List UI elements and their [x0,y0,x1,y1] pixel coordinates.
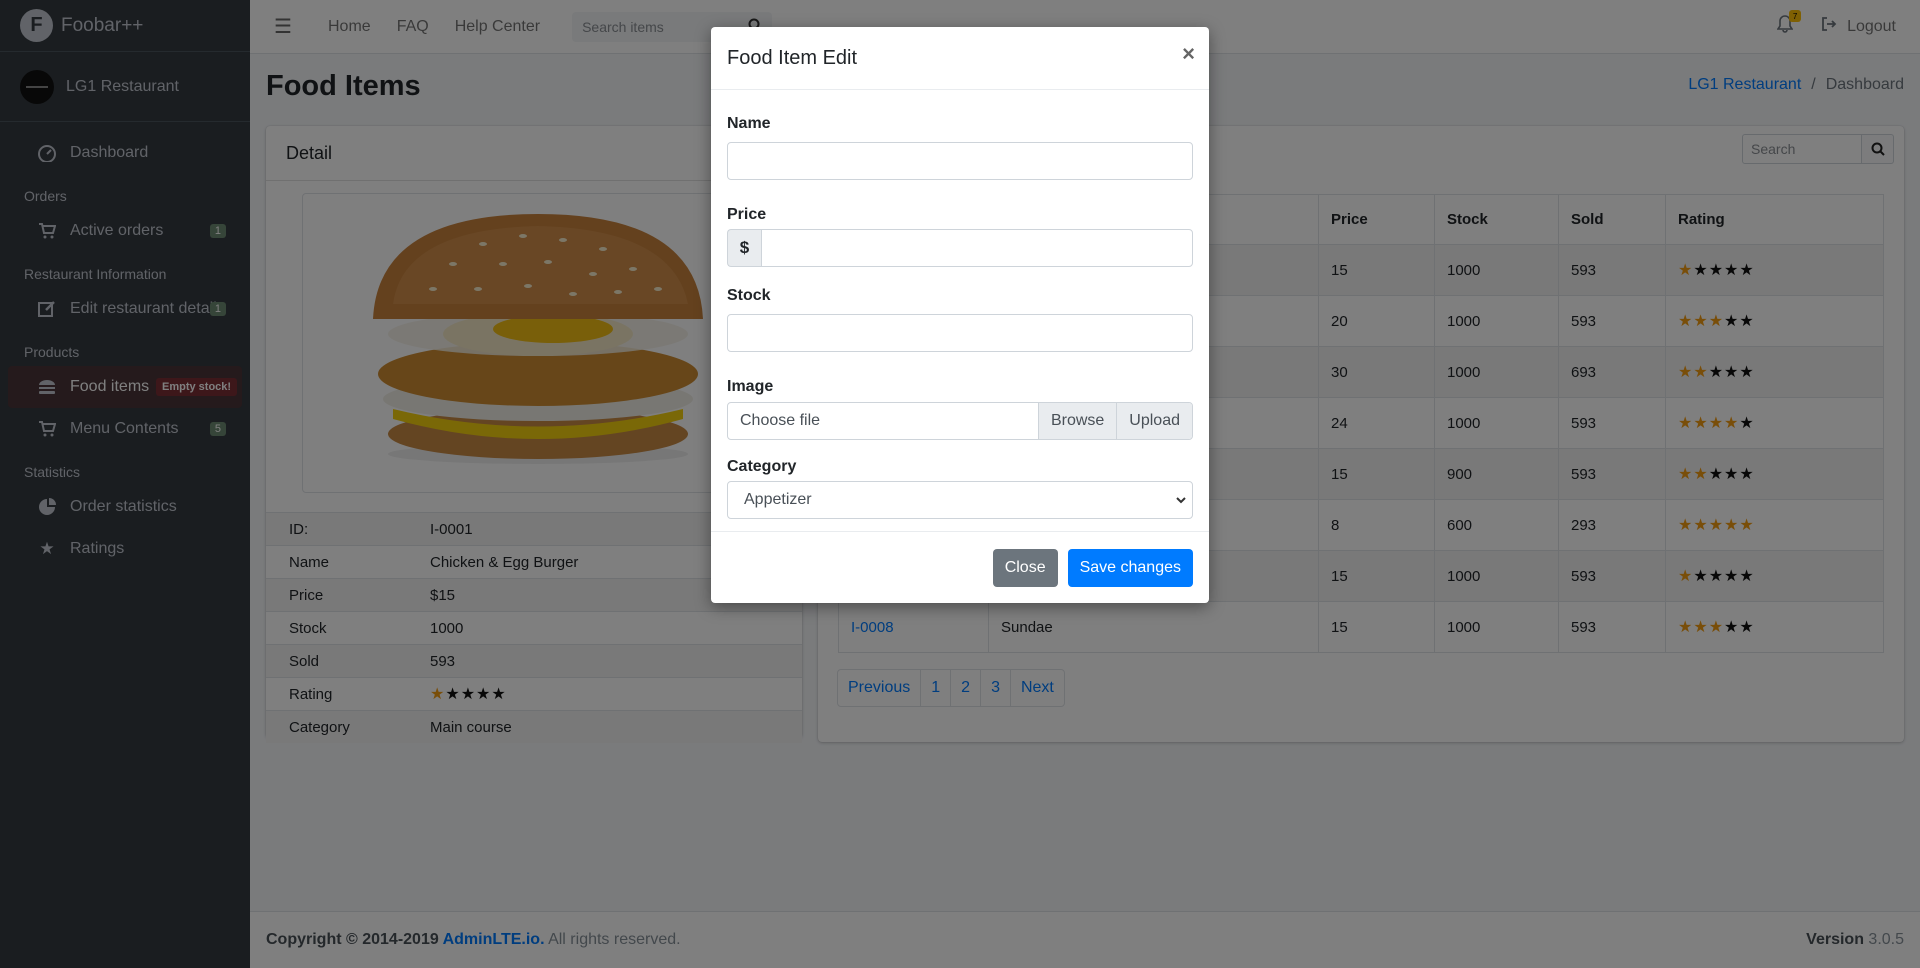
save-changes-button[interactable]: Save changes [1067,548,1193,587]
image-file-input[interactable]: Choose file Browse Upload [727,402,1193,440]
category-selected-value: Appetizer [744,491,812,508]
price-field[interactable] [761,229,1193,267]
image-label: Image [727,378,774,395]
file-name-placeholder[interactable]: Choose file [728,403,1038,439]
chevron-down-icon [1176,493,1186,507]
price-label: Price [727,206,767,223]
food-item-edit-modal: Food Item Edit × Name Price $ Stock Imag… [711,27,1209,603]
modal-title: Food Item Edit [727,46,858,69]
name-field[interactable] [727,142,1193,180]
category-label: Category [727,458,797,475]
modal-body: Name Price $ Stock Image Choose file Bro… [711,90,1209,519]
dollar-prefix: $ [727,229,761,267]
upload-button[interactable]: Upload [1116,403,1192,439]
modal-footer: Close Save changes [711,531,1209,603]
close-icon[interactable]: × [1182,41,1195,67]
browse-button[interactable]: Browse [1037,403,1117,439]
name-label: Name [727,115,771,132]
category-select[interactable]: Appetizer [727,481,1193,519]
modal-header: Food Item Edit × [711,27,1209,90]
close-button[interactable]: Close [992,548,1058,587]
stock-field[interactable] [727,314,1193,352]
stock-label: Stock [727,287,771,304]
price-input-group: $ [727,229,1193,267]
